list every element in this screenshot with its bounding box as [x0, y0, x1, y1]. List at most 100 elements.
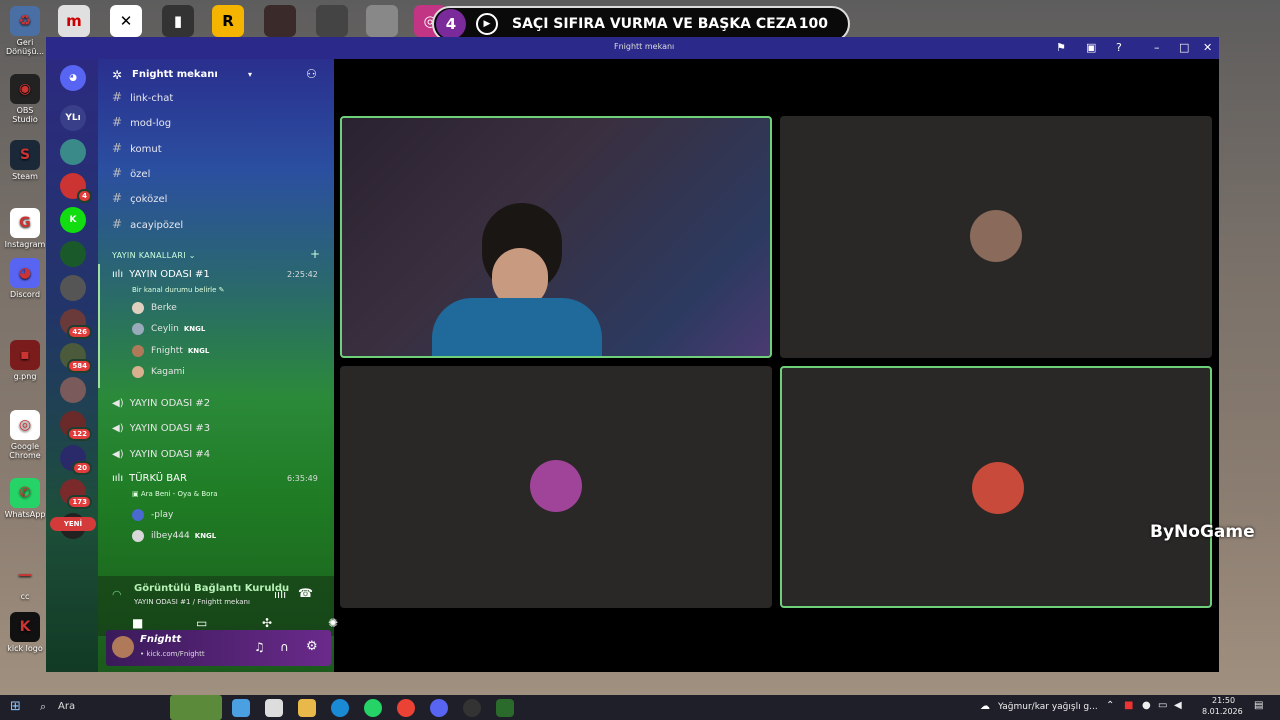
text-channel[interactable]: # acayipözel [112, 217, 183, 231]
weather-icon[interactable]: ☁ [980, 701, 990, 712]
connection-location[interactable]: YAYIN ODASI #1 / Fnightt mekanı [134, 598, 250, 606]
video-tile-camera[interactable] [340, 116, 772, 358]
voice-channel[interactable]: ◀) YAYIN ODASI #3 [112, 423, 210, 434]
server-icon[interactable]: YLı [60, 105, 86, 131]
server-icon[interactable]: 426 [60, 309, 92, 339]
desktop-icon[interactable]: ♻ Geri Dönüşü... [4, 6, 46, 56]
voice-channel[interactable]: ıılı TÜRKÜ BAR 6:35:49 [112, 473, 318, 484]
whatsapp-icon[interactable] [364, 699, 382, 717]
voice-user[interactable]: Fnightt KNGL [132, 344, 209, 357]
clock-time[interactable]: 21:50 [1212, 696, 1235, 705]
search-icon[interactable]: ⌕ [40, 700, 46, 714]
voice-user[interactable]: -play [132, 509, 173, 521]
server-icon[interactable]: K [60, 207, 86, 233]
camera-icon[interactable]: ■ [132, 616, 143, 630]
clock-date[interactable]: 8.01.2026 [1202, 707, 1243, 716]
notification-icon[interactable]: ▤ [1254, 700, 1263, 711]
voice-user[interactable]: ilbey444 KNGL [132, 530, 216, 543]
server-icon[interactable]: 4 [60, 173, 92, 203]
server-icon[interactable] [60, 139, 86, 165]
obs-icon[interactable] [463, 699, 481, 717]
voice-user[interactable]: Ceylin KNGL [132, 323, 205, 336]
taskbar-search[interactable]: Ara [58, 701, 75, 712]
voice-channel[interactable]: ◀) YAYIN ODASI #2 [112, 398, 210, 409]
video-tile[interactable] [780, 116, 1212, 358]
text-channel[interactable]: # çoközel [112, 191, 167, 205]
thumbnail-icon[interactable] [316, 5, 348, 37]
server-header[interactable]: ✲ Fnightt mekanı ▾ ⚇ [98, 59, 334, 93]
help-icon[interactable]: ? [1116, 41, 1122, 54]
settings-icon[interactable]: ⚙ [306, 639, 318, 654]
thumbnail-icon[interactable] [264, 5, 296, 37]
minimize-button[interactable]: – [1154, 41, 1160, 54]
chrome-icon[interactable] [397, 699, 415, 717]
disconnect-icon[interactable]: ☎ [298, 586, 313, 600]
new-badge[interactable]: YENİ [50, 517, 96, 531]
copilot-icon[interactable] [232, 699, 250, 717]
screenshare-icon[interactable]: ▭ [196, 616, 207, 630]
voice-channel-active[interactable]: ıılı YAYIN ODASI #1 2:25:42 [112, 269, 318, 280]
server-icon[interactable] [60, 275, 86, 301]
noise-suppression-icon[interactable]: ıılı [274, 588, 286, 601]
windows-start-icon[interactable]: ⊞ [10, 699, 21, 714]
voice-user[interactable]: Kagami [132, 365, 185, 378]
edge-icon[interactable] [331, 699, 349, 717]
discord-icon[interactable] [430, 699, 448, 717]
voice-channel[interactable]: ◀) YAYIN ODASI #4 [112, 449, 210, 460]
desktop-icon[interactable]: Kkick logo [4, 612, 46, 653]
chevron-up-icon[interactable]: ⌃ [1106, 700, 1114, 711]
server-icon[interactable] [60, 377, 86, 403]
server-icon-label: YLı [65, 113, 81, 123]
desktop-icon[interactable]: ◉ OBS Studio [4, 74, 46, 124]
text-channel[interactable]: # komut [112, 141, 162, 155]
server-icon[interactable]: 584 [60, 343, 92, 373]
tray-icon[interactable]: ■ [1124, 700, 1133, 711]
category-label[interactable]: YAYIN KANALLARI ⌄ [112, 251, 196, 260]
text-channel[interactable]: # mod-log [112, 115, 171, 129]
avatar[interactable] [112, 636, 134, 658]
server-icon[interactable] [60, 241, 86, 267]
weather-text[interactable]: Yağmur/kar yağışlı g... [998, 702, 1098, 712]
thumbnail-icon[interactable] [366, 5, 398, 37]
server-icon[interactable]: 173 [60, 479, 92, 509]
capcut-icon[interactable]: ✕ [110, 5, 142, 37]
app-icon[interactable]: m [58, 5, 90, 37]
add-member-icon[interactable]: ⚇ [306, 67, 317, 81]
video-tile-speaking[interactable] [780, 366, 1212, 608]
store-icon[interactable] [265, 699, 283, 717]
app-icon[interactable] [496, 699, 514, 717]
text-channel[interactable]: # link-chat [112, 90, 173, 104]
app-icon[interactable]: ▮ [162, 5, 194, 37]
volume-icon[interactable]: ◀ [1174, 700, 1182, 711]
desktop-icon[interactable]: ◕ Discord [4, 258, 46, 299]
maximize-button[interactable]: □ [1179, 41, 1189, 54]
title-bar: Fnightt mekanı ⚑ ▣ ? – □ ✕ [46, 37, 1219, 59]
headphones-icon[interactable]: ∩ [280, 640, 289, 654]
flag-icon[interactable]: ⚑ [1056, 41, 1066, 54]
network-icon[interactable]: ▭ [1158, 700, 1167, 711]
voice-user[interactable]: Berke [132, 302, 177, 314]
microphone-icon[interactable]: ♫ [254, 640, 265, 654]
desktop-icon[interactable]: ✆ WhatsApp [4, 478, 46, 519]
soundboard-icon[interactable]: ✺ [328, 616, 338, 630]
desktop-icon[interactable]: S Steam [4, 140, 46, 181]
tray-icon[interactable]: ● [1142, 700, 1151, 711]
desktop-icon[interactable]: ▪ g.png [4, 340, 46, 381]
avatar [132, 344, 144, 357]
desktop-icon[interactable]: — cc [4, 560, 46, 601]
server-icon-label: K [69, 215, 77, 225]
rockstar-icon[interactable]: R [212, 5, 244, 37]
server-icon[interactable]: 20 [60, 445, 92, 475]
text-channel[interactable]: # özel [112, 166, 150, 180]
file-explorer-icon[interactable] [298, 699, 316, 717]
server-icon[interactable]: 122 [60, 411, 92, 441]
channel-status[interactable]: Bir kanal durumu belirle ✎ [132, 286, 225, 294]
screen-icon[interactable]: ▣ [1086, 41, 1096, 54]
discord-home-icon[interactable]: ◕ [60, 65, 86, 91]
add-channel-icon[interactable]: + [310, 247, 320, 261]
desktop-icon[interactable]: G Instagram [4, 208, 46, 249]
close-button[interactable]: ✕ [1203, 41, 1212, 54]
activities-icon[interactable]: ✣ [262, 616, 272, 630]
desktop-icon[interactable]: ◎ Google Chrome [4, 410, 46, 460]
video-tile[interactable] [340, 366, 772, 608]
